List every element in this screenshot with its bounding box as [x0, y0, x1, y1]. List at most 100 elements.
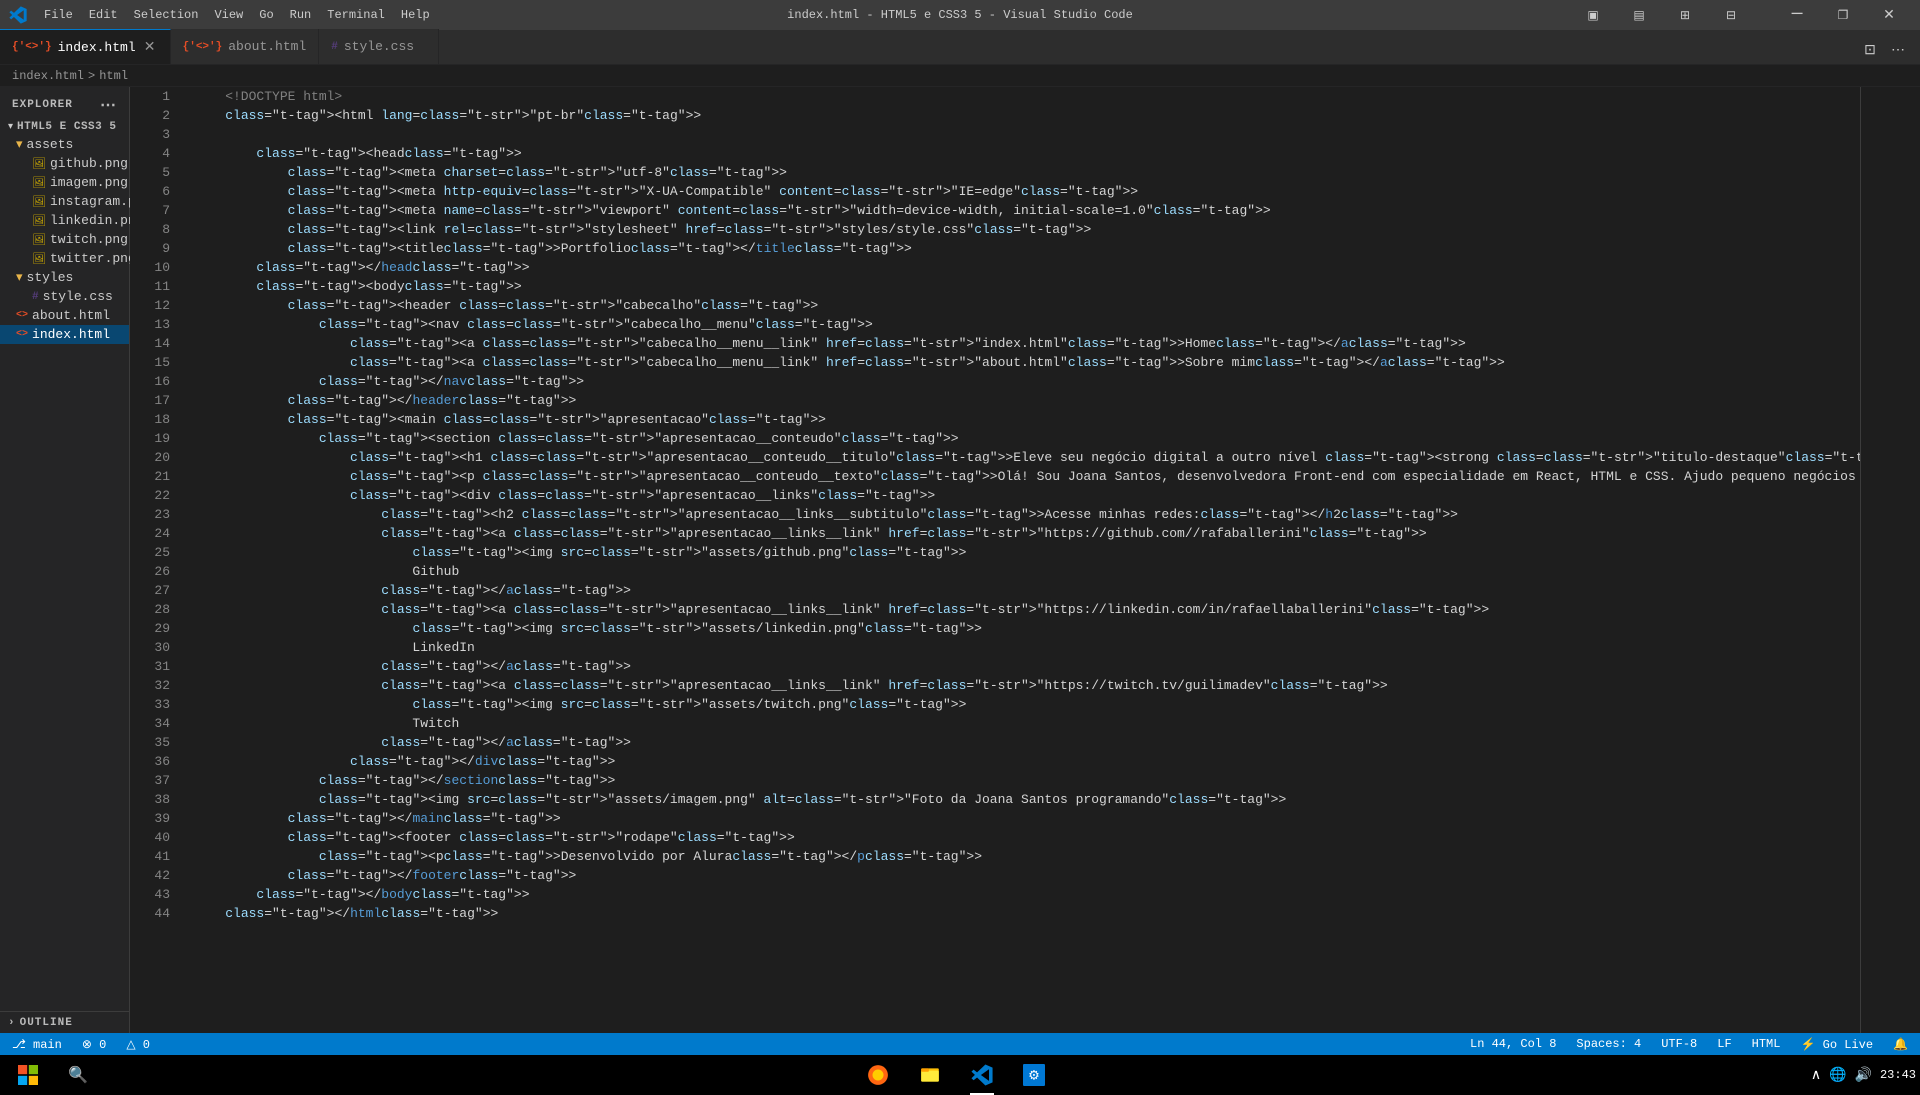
code-line-36[interactable]: class="t-tag"></divclass="t-tag">> — [194, 752, 1860, 771]
language-mode[interactable]: HTML — [1748, 1037, 1785, 1051]
code-line-2[interactable]: class="t-tag"><html lang=class="t-str">"… — [194, 106, 1860, 125]
code-line-17[interactable]: class="t-tag"></headerclass="t-tag">> — [194, 391, 1860, 410]
start-button[interactable] — [4, 1055, 52, 1095]
breadcrumb-file[interactable]: index.html — [12, 69, 84, 83]
layout3-icon[interactable]: ⊞ — [1662, 0, 1708, 30]
code-line-23[interactable]: class="t-tag"><h2 class=class="t-str">"a… — [194, 505, 1860, 524]
code-line-5[interactable]: class="t-tag"><meta charset=class="t-str… — [194, 163, 1860, 182]
code-line-15[interactable]: class="t-tag"><a class=class="t-str">"ca… — [194, 353, 1860, 372]
menu-edit[interactable]: Edit — [81, 0, 126, 30]
file-index-html[interactable]: <> index.html — [0, 325, 129, 344]
code-line-44[interactable]: class="t-tag"></htmlclass="t-tag">> — [194, 904, 1860, 923]
code-line-12[interactable]: class="t-tag"><header class=class="t-str… — [194, 296, 1860, 315]
breadcrumb-node[interactable]: html — [99, 69, 128, 83]
file-linkedin[interactable]: 🖼 linkedin.png — [0, 211, 129, 230]
go-live-button[interactable]: ⚡ Go Live — [1796, 1037, 1877, 1052]
code-line-22[interactable]: class="t-tag"><div class=class="t-str">"… — [194, 486, 1860, 505]
code-line-19[interactable]: class="t-tag"><section class=class="t-st… — [194, 429, 1860, 448]
code-line-34[interactable]: Twitch — [194, 714, 1860, 733]
code-line-27[interactable]: class="t-tag"></aclass="t-tag">> — [194, 581, 1860, 600]
code-line-31[interactable]: class="t-tag"></aclass="t-tag">> — [194, 657, 1860, 676]
git-branch[interactable]: ⎇ main — [8, 1037, 66, 1052]
code-line-6[interactable]: class="t-tag"><meta http-equiv=class="t-… — [194, 182, 1860, 201]
code-line-29[interactable]: class="t-tag"><img src=class="t-str">"as… — [194, 619, 1860, 638]
code-line-30[interactable]: LinkedIn — [194, 638, 1860, 657]
errors-count[interactable]: ⊗ 0 — [78, 1037, 110, 1052]
taskbar-settings[interactable]: ⚙ — [1010, 1055, 1058, 1095]
cursor-position[interactable]: Ln 44, Col 8 — [1466, 1037, 1560, 1051]
code-line-43[interactable]: class="t-tag"></bodyclass="t-tag">> — [194, 885, 1860, 904]
project-root[interactable]: ▾ HTML5 E CSS3 5 — [0, 119, 129, 135]
menu-view[interactable]: View — [206, 0, 251, 30]
layout-icon[interactable]: ▣ — [1570, 0, 1616, 30]
volume-icon[interactable]: 🔊 — [1855, 1067, 1872, 1084]
indentation[interactable]: Spaces: 4 — [1572, 1037, 1645, 1051]
close-button[interactable]: ✕ — [1866, 0, 1912, 30]
menu-go[interactable]: Go — [251, 0, 281, 30]
menu-file[interactable]: File — [36, 0, 81, 30]
code-line-16[interactable]: class="t-tag"></navclass="t-tag">> — [194, 372, 1860, 391]
code-line-18[interactable]: class="t-tag"><main class=class="t-str">… — [194, 410, 1860, 429]
maximize-button[interactable]: ❐ — [1820, 0, 1866, 30]
code-line-41[interactable]: class="t-tag"><pclass="t-tag">>Desenvolv… — [194, 847, 1860, 866]
file-github[interactable]: 🖼 github.png — [0, 154, 129, 173]
file-imagem[interactable]: 🖼 imagem.png — [0, 173, 129, 192]
code-line-4[interactable]: class="t-tag"><headclass="t-tag">> — [194, 144, 1860, 163]
tab-close-index[interactable]: ✕ — [142, 39, 158, 55]
code-line-24[interactable]: class="t-tag"><a class=class="t-str">"ap… — [194, 524, 1860, 543]
taskbar-vscode[interactable] — [958, 1055, 1006, 1095]
file-instagram[interactable]: 🖼 instagram.png — [0, 192, 129, 211]
file-twitter[interactable]: 🖼 twitter.png — [0, 249, 129, 268]
code-line-20[interactable]: class="t-tag"><h1 class=class="t-str">"a… — [194, 448, 1860, 467]
notifications-icon[interactable]: 🔔 — [1889, 1037, 1912, 1052]
code-line-28[interactable]: class="t-tag"><a class=class="t-str">"ap… — [194, 600, 1860, 619]
code-line-1[interactable]: <!DOCTYPE html> — [194, 87, 1860, 106]
outline-section[interactable]: › OUTLINE — [0, 1011, 129, 1033]
split-editor-icon[interactable]: ⊡ — [1856, 36, 1884, 64]
layout4-icon[interactable]: ⊟ — [1708, 0, 1754, 30]
warnings-count[interactable]: △ 0 — [122, 1037, 154, 1052]
code-line-37[interactable]: class="t-tag"></sectionclass="t-tag">> — [194, 771, 1860, 790]
code-line-26[interactable]: Github — [194, 562, 1860, 581]
menu-selection[interactable]: Selection — [126, 0, 207, 30]
taskbar-firefox[interactable] — [854, 1055, 902, 1095]
minimize-button[interactable]: ─ — [1774, 0, 1820, 30]
search-button[interactable]: 🔍 — [54, 1055, 102, 1095]
code-line-3[interactable] — [194, 125, 1860, 144]
code-line-8[interactable]: class="t-tag"><link rel=class="t-str">"s… — [194, 220, 1860, 239]
file-style-css[interactable]: # style.css — [0, 287, 129, 306]
encoding[interactable]: UTF-8 — [1657, 1037, 1701, 1051]
code-line-25[interactable]: class="t-tag"><img src=class="t-str">"as… — [194, 543, 1860, 562]
code-line-11[interactable]: class="t-tag"><bodyclass="t-tag">> — [194, 277, 1860, 296]
code-line-38[interactable]: class="t-tag"><img src=class="t-str">"as… — [194, 790, 1860, 809]
taskbar-explorer[interactable] — [906, 1055, 954, 1095]
code-line-7[interactable]: class="t-tag"><meta name=class="t-str">"… — [194, 201, 1860, 220]
folder-assets[interactable]: ▾ assets — [0, 135, 129, 154]
code-line-13[interactable]: class="t-tag"><nav class=class="t-str">"… — [194, 315, 1860, 334]
folder-styles[interactable]: ▾ styles — [0, 268, 129, 287]
more-actions-icon[interactable]: ⋯ — [1884, 36, 1912, 64]
code-line-33[interactable]: class="t-tag"><img src=class="t-str">"as… — [194, 695, 1860, 714]
explorer-menu-icon[interactable]: ⋯ — [100, 95, 117, 115]
menu-run[interactable]: Run — [282, 0, 320, 30]
code-line-14[interactable]: class="t-tag"><a class=class="t-str">"ca… — [194, 334, 1860, 353]
network-icon[interactable]: 🌐 — [1829, 1067, 1846, 1084]
eol[interactable]: LF — [1713, 1037, 1735, 1051]
code-line-10[interactable]: class="t-tag"></headclass="t-tag">> — [194, 258, 1860, 277]
code-editor[interactable]: <!DOCTYPE html> class="t-tag"><html lang… — [178, 87, 1860, 1033]
file-twitch[interactable]: 🖼 twitch.png — [0, 230, 129, 249]
tab-style-css[interactable]: # style.css — [319, 29, 439, 64]
layout2-icon[interactable]: ▤ — [1616, 0, 1662, 30]
code-line-42[interactable]: class="t-tag"></footerclass="t-tag">> — [194, 866, 1860, 885]
code-line-39[interactable]: class="t-tag"></mainclass="t-tag">> — [194, 809, 1860, 828]
code-line-9[interactable]: class="t-tag"><titleclass="t-tag">>Portf… — [194, 239, 1860, 258]
file-about-html[interactable]: <> about.html — [0, 306, 129, 325]
tab-index-html[interactable]: {'<>'} index.html ✕ — [0, 29, 171, 64]
code-line-40[interactable]: class="t-tag"><footer class=class="t-str… — [194, 828, 1860, 847]
menu-terminal[interactable]: Terminal — [319, 0, 393, 30]
code-line-21[interactable]: class="t-tag"><p class=class="t-str">"ap… — [194, 467, 1860, 486]
code-line-35[interactable]: class="t-tag"></aclass="t-tag">> — [194, 733, 1860, 752]
tab-about-html[interactable]: {'<>'} about.html — [171, 29, 320, 64]
code-line-32[interactable]: class="t-tag"><a class=class="t-str">"ap… — [194, 676, 1860, 695]
menu-help[interactable]: Help — [393, 0, 438, 30]
